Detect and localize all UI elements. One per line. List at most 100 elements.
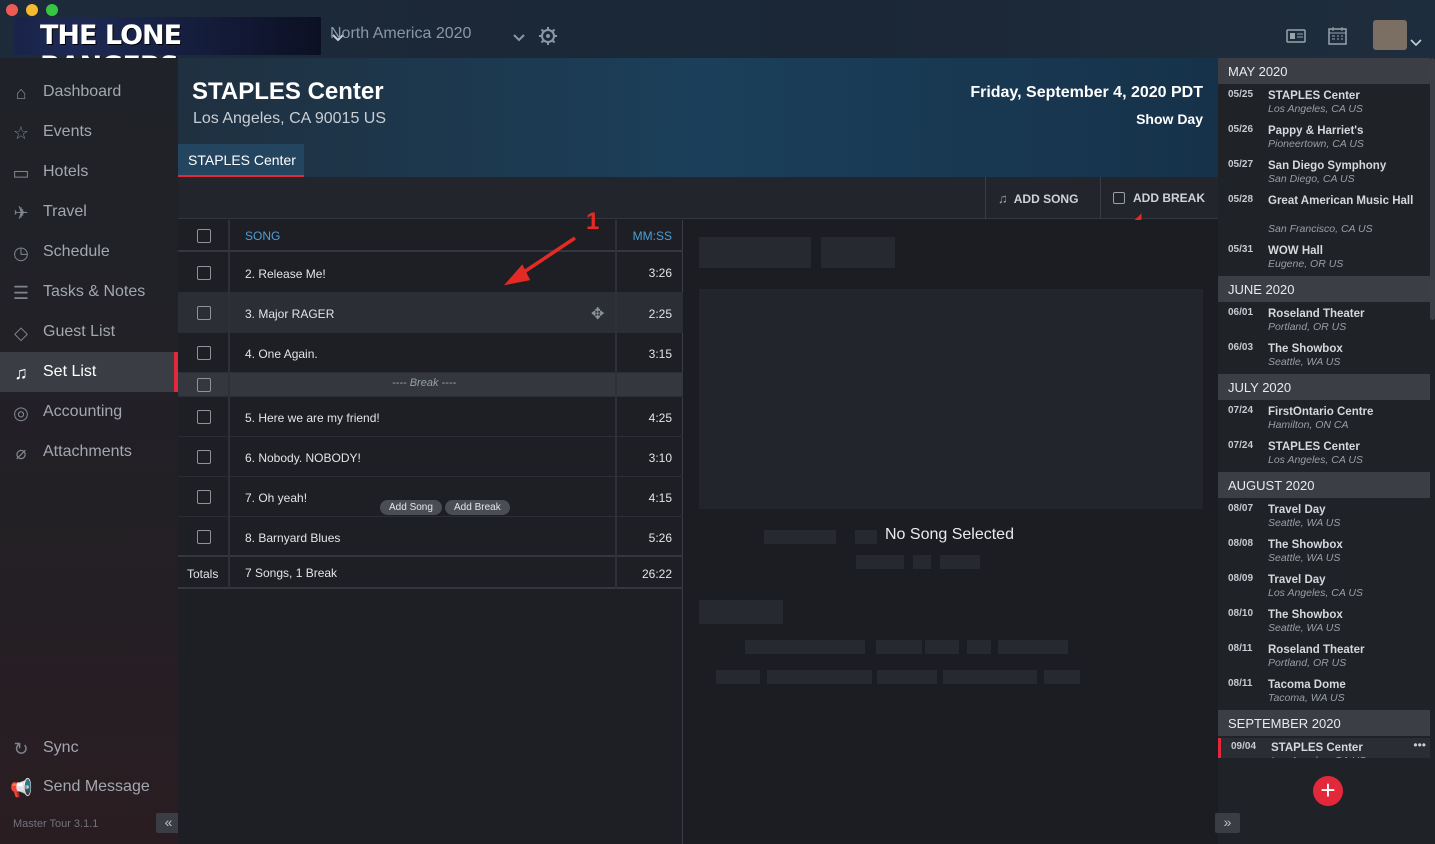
- song-detail-pane: No Song Selected: [684, 220, 1218, 844]
- add-song-button[interactable]: ♫ ADD SONG: [985, 177, 1100, 219]
- sidebar-item-tasks-notes[interactable]: ☰ Tasks & Notes: [0, 272, 178, 312]
- event-name: The Showbox: [1268, 343, 1343, 355]
- event-location: Seattle, WA US: [1268, 356, 1341, 368]
- expand-panel-button[interactable]: »: [1215, 813, 1240, 833]
- table-row[interactable]: 4. One Again. 3:15: [178, 333, 683, 373]
- row-checkbox[interactable]: [197, 410, 211, 424]
- tour-selector[interactable]: North America 2020: [330, 25, 471, 43]
- placeholder-block: [716, 670, 760, 684]
- event-date: 05/25: [1228, 89, 1254, 100]
- totals-row: Totals 7 Songs, 1 Break 26:22: [178, 559, 683, 589]
- table-row[interactable]: 5. Here we are my friend! 4:25: [178, 397, 683, 437]
- more-options-icon[interactable]: •••: [1413, 738, 1426, 752]
- event-location: San Diego, CA US: [1268, 173, 1355, 185]
- calendar-event-item[interactable]: 08/10 The Showbox Seattle, WA US: [1218, 605, 1430, 640]
- calendar-month-header: AUGUST 2020: [1218, 472, 1430, 498]
- maximize-window-button[interactable]: [46, 4, 58, 16]
- drag-handle-icon[interactable]: ✥: [591, 304, 604, 324]
- calendar-scrollbar[interactable]: [1430, 58, 1435, 320]
- avatar-chevron-down-icon[interactable]: [1410, 34, 1422, 52]
- sidebar-item-guest-list[interactable]: ◇ Guest List: [0, 312, 178, 352]
- id-card-icon[interactable]: [1286, 29, 1306, 48]
- calendar-event-item[interactable]: 07/24 STAPLES Center Los Angeles, CA US: [1218, 437, 1430, 472]
- placeholder-block: [699, 289, 1203, 509]
- calendar-event-item[interactable]: 05/25 STAPLES Center Los Angeles, CA US: [1218, 86, 1430, 121]
- megaphone-icon: 📢: [10, 778, 33, 798]
- song-column-header[interactable]: SONG: [245, 229, 280, 243]
- calendar-icon[interactable]: [1328, 26, 1347, 50]
- venue-name: STAPLES Center: [192, 78, 384, 105]
- calendar-event-item[interactable]: 08/11 Tacoma Dome Tacoma, WA US: [1218, 675, 1430, 710]
- calendar-event-item[interactable]: 08/09 Travel Day Los Angeles, CA US: [1218, 570, 1430, 605]
- table-row[interactable]: 8. Barnyard Blues 5:26: [178, 517, 683, 557]
- ticket-icon: ◇: [14, 323, 28, 343]
- sidebar-item-accounting[interactable]: ◎ Accounting: [0, 392, 178, 432]
- event-date: 05/27: [1228, 159, 1254, 170]
- gear-icon[interactable]: [538, 26, 558, 51]
- calendar-event-item[interactable]: 08/11 Roseland Theater Portland, OR US: [1218, 640, 1430, 675]
- row-checkbox[interactable]: [197, 266, 211, 280]
- music-note-icon: ♫: [14, 363, 28, 383]
- event-date: 08/09: [1228, 573, 1254, 584]
- tour-chevron-down-icon[interactable]: [512, 30, 526, 48]
- row-checkbox[interactable]: [197, 306, 211, 320]
- calendar-event-item[interactable]: 05/28 Great American Music Hall San Franci…: [1218, 191, 1430, 241]
- calendar-event-item[interactable]: 05/27 San Diego Symphony San Diego, CA US: [1218, 156, 1430, 191]
- row-checkbox[interactable]: [197, 346, 211, 360]
- event-date: 05/28: [1228, 194, 1254, 205]
- sidebar-item-dashboard[interactable]: ⌂ Dashboard: [0, 72, 178, 112]
- send-message-button[interactable]: 📢 Send Message: [0, 767, 178, 807]
- calendar-event-item[interactable]: 08/07 Travel Day Seattle, WA US: [1218, 500, 1430, 535]
- placeholder-block: [699, 600, 783, 624]
- table-row[interactable]: 6. Nobody. NOBODY! 3:10: [178, 437, 683, 477]
- calendar-event-item[interactable]: 05/26 Pappy & Harriet's Pioneertown, CA US: [1218, 121, 1430, 156]
- table-row[interactable]: 3. Major RAGER ✥ 2:25: [178, 293, 683, 333]
- calendar-month-header: JUNE 2020: [1218, 276, 1430, 302]
- time-column-header[interactable]: MM:SS: [633, 229, 672, 243]
- placeholder-block: [940, 555, 980, 569]
- calendar-event-item[interactable]: 08/08 The Showbox Seattle, WA US: [1218, 535, 1430, 570]
- close-window-button[interactable]: [6, 4, 18, 16]
- calendar-event-item[interactable]: 05/31 WOW Hall Eugene, OR US: [1218, 241, 1430, 276]
- placeholder-block: [877, 670, 937, 684]
- set-list-table: SONG MM:SS 2. Release Me! 3:26 3. Major R…: [178, 220, 683, 844]
- calendar-event-item[interactable]: 07/24 FirstOntario Centre Hamilton, ON CA: [1218, 402, 1430, 437]
- sidebar-item-attachments[interactable]: ⌀ Attachments: [0, 432, 178, 472]
- sidebar-item-hotels[interactable]: ▭ Hotels: [0, 152, 178, 192]
- calendar-event-item[interactable]: 09/04 STAPLES CenterLos Angeles, CA US •••: [1218, 738, 1430, 758]
- row-checkbox[interactable]: [197, 378, 211, 392]
- user-avatar-icon[interactable]: [1373, 20, 1407, 50]
- sync-button[interactable]: ↻ Sync: [0, 728, 178, 768]
- calendar-event-item[interactable]: 06/01 Roseland Theater Portland, OR US: [1218, 304, 1430, 339]
- sidebar-item-schedule[interactable]: ◷ Schedule: [0, 232, 178, 272]
- row-checkbox[interactable]: [197, 530, 211, 544]
- select-all-checkbox[interactable]: [197, 229, 211, 243]
- event-date: 07/24: [1228, 405, 1254, 416]
- event-name: Roseland Theater: [1268, 308, 1365, 320]
- column-divider: [228, 220, 230, 589]
- row-checkbox[interactable]: [197, 450, 211, 464]
- band-logo[interactable]: THE LONE RANGERS: [14, 17, 321, 82]
- placeholder-block: [745, 640, 865, 654]
- row-checkbox[interactable]: [197, 490, 211, 504]
- day-type: Show Day: [1136, 111, 1203, 127]
- add-event-button[interactable]: +: [1313, 776, 1343, 806]
- tab-venue[interactable]: STAPLES Center: [178, 144, 304, 177]
- top-bar: THE LONE RANGERS North America 2020: [0, 0, 1435, 82]
- sidebar-item-events[interactable]: ☆ Events: [0, 112, 178, 152]
- calendar-event-item[interactable]: 06/03 The Showbox Seattle, WA US: [1218, 339, 1430, 374]
- sidebar-item-travel[interactable]: ✈ Travel: [0, 192, 178, 232]
- annotation-arrow-1: [503, 236, 576, 286]
- sidebar-item-set-list[interactable]: ♫ Set List: [0, 352, 178, 392]
- event-name: STAPLES Center: [1268, 90, 1360, 102]
- event-date: 05/26: [1228, 124, 1254, 135]
- event-date: 07/24: [1228, 440, 1254, 451]
- break-row[interactable]: ---- Break ----: [178, 373, 683, 397]
- inline-add-break-button[interactable]: Add Break: [445, 500, 510, 515]
- inline-add-song-button[interactable]: Add Song: [380, 500, 442, 515]
- minimize-window-button[interactable]: [26, 4, 38, 16]
- event-location: Seattle, WA US: [1268, 517, 1341, 529]
- calendar-month-header: MAY 2020: [1218, 58, 1430, 84]
- event-name: WOW Hall: [1268, 245, 1323, 257]
- event-location: Los Angeles, CA US: [1268, 587, 1363, 599]
